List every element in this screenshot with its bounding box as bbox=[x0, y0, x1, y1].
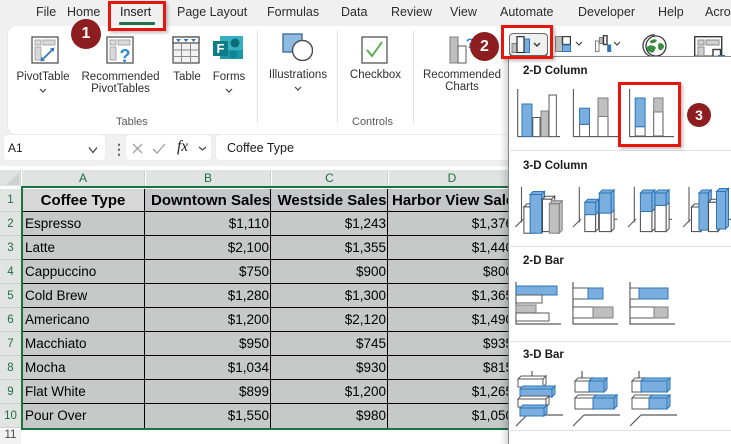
svg-text:?: ? bbox=[120, 46, 131, 65]
svg-text:F: F bbox=[217, 41, 225, 56]
